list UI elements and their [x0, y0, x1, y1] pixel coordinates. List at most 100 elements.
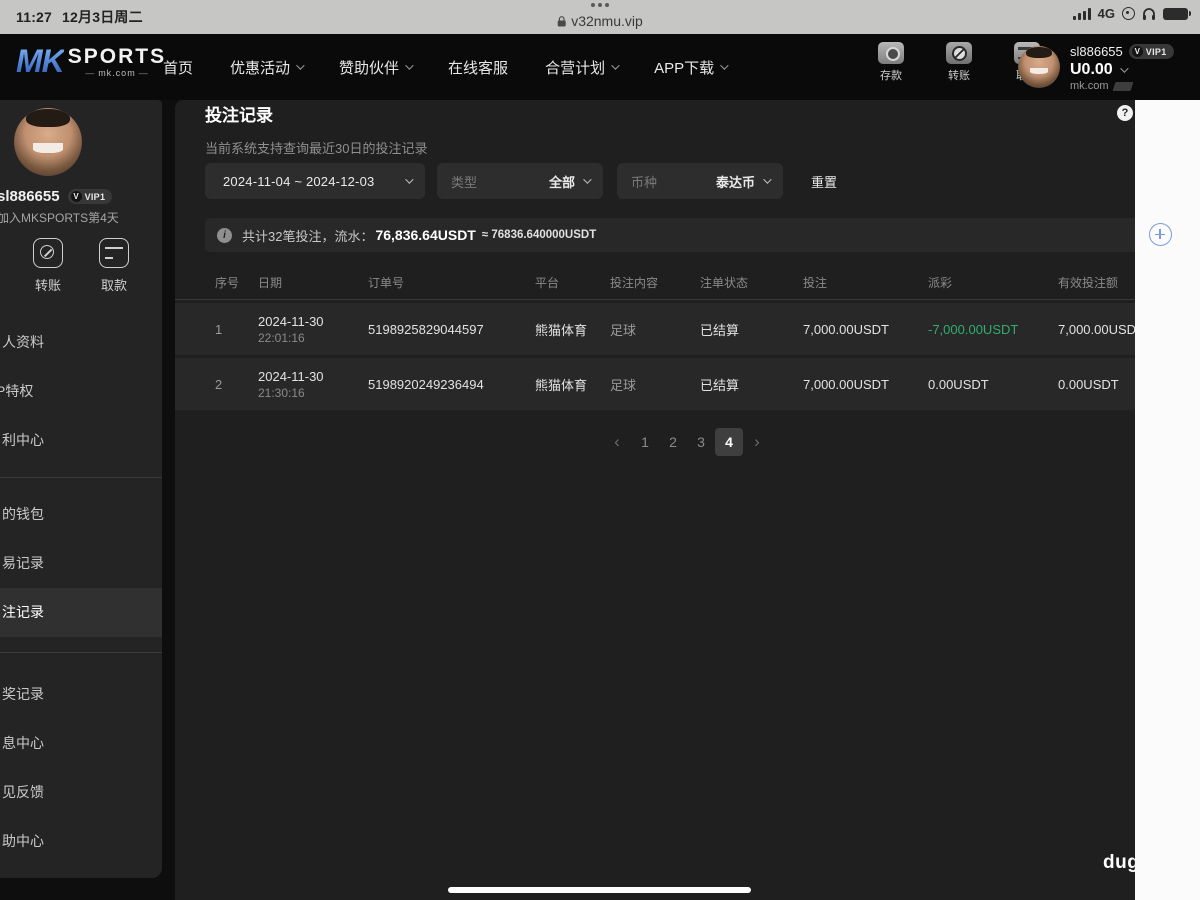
transfer-icon: [33, 238, 63, 268]
rotation-lock-icon: [1122, 7, 1135, 20]
chevron-down-icon: [583, 175, 592, 184]
username: sl886655: [1070, 44, 1123, 59]
network-type: 4G: [1097, 6, 1115, 21]
watermark-text: dug: [1103, 852, 1140, 873]
cell-order-number: 5198920249236494: [368, 376, 484, 392]
user-avatar[interactable]: [1018, 46, 1060, 88]
table-row[interactable]: 1 2024-11-30 22:01:16 5198925829044597 熊猫…: [175, 303, 1155, 355]
cell-date: 2024-11-30 22:01:16: [258, 313, 324, 345]
table-header-row: 序号 日期 订单号 平台 投注内容 注单状态 投注 派彩 有效投注额: [175, 265, 1155, 300]
info-icon: i: [217, 227, 232, 243]
page-button-1[interactable]: 1: [631, 428, 659, 456]
currency-label: 币种: [631, 174, 658, 190]
type-label: 类型: [451, 174, 478, 190]
pagination: ‹ 1 2 3 4 ›: [603, 428, 771, 456]
page-button-3[interactable]: 3: [687, 428, 715, 456]
sidebar-item-message-center[interactable]: 息中心: [0, 719, 162, 768]
logo-domain-text: mk.com: [82, 68, 152, 78]
home-indicator[interactable]: [448, 887, 751, 893]
cell-bet-content: 足球: [610, 377, 637, 393]
cell-order-number: 5198925829044597: [368, 321, 484, 337]
cell-payout: 0.00USDT: [928, 376, 989, 392]
address-url: v32nmu.vip: [571, 13, 643, 29]
page-body: sl886655 V VIP1 加入MKSPORTS第4天 转账 取款 人资料: [0, 100, 1200, 900]
help-icon[interactable]: ?: [1117, 105, 1133, 121]
sidebar-item-wallet[interactable]: 的钱包: [0, 490, 162, 539]
mk-sports-logo[interactable]: MK SPORTS mk.com: [16, 45, 166, 78]
sidebar-item-profile[interactable]: 人资料: [0, 318, 162, 367]
battery-icon: [1163, 7, 1191, 20]
address-bar[interactable]: v32nmu.vip: [557, 13, 643, 29]
signal-icon: [1072, 7, 1091, 20]
page-button-4[interactable]: 4: [715, 428, 743, 456]
side-white-strip: [1135, 100, 1200, 900]
sidebar-item-help-center[interactable]: 助中心: [0, 817, 162, 866]
page-button-2[interactable]: 2: [659, 428, 687, 456]
table-row[interactable]: 2 2024-11-30 21:30:16 5198920249236494 熊猫…: [175, 358, 1155, 410]
sidebar-menu-group-account: 人资料 P特权 利中心: [0, 318, 162, 465]
sidebar-item-bet-records[interactable]: 注记录: [0, 588, 162, 637]
sidebar-item-transactions[interactable]: 易记录: [0, 539, 162, 588]
floating-add-icon[interactable]: [1149, 223, 1172, 246]
cell-platform: 熊猫体育: [535, 322, 588, 338]
status-right-icons: 4G: [1072, 6, 1191, 21]
cell-date: 2024-11-30 21:30:16: [258, 368, 324, 400]
chevron-down-icon: [296, 61, 305, 70]
deposit-icon: [878, 42, 904, 64]
chevron-down-icon: [405, 61, 414, 70]
page-next-button[interactable]: ›: [743, 428, 771, 456]
nav-customer-service[interactable]: 在线客服: [448, 57, 508, 78]
sidebar-withdraw-button[interactable]: 取款: [99, 238, 129, 294]
reset-button[interactable]: 重置: [803, 163, 845, 199]
status-center: v32nmu.vip: [0, 0, 1200, 34]
sidebar-menu-group-wallet: 的钱包 易记录 注记录: [0, 490, 162, 637]
main-nav: 首页 优惠活动 赞助伙伴 在线客服 合营计划 APP下载: [163, 34, 729, 100]
nav-affiliate[interactable]: 合营计划: [545, 57, 620, 78]
sidebar-quick-actions: 转账 取款: [0, 238, 162, 294]
site-domain: mk.com: [1070, 80, 1109, 92]
chevron-down-icon: [1119, 64, 1129, 73]
sidebar-item-benefits-center[interactable]: 利中心: [0, 416, 162, 465]
site-header: MK SPORTS mk.com 首页 优惠活动 赞助伙伴 在线客服 合营计划 …: [0, 34, 1200, 100]
balance-dropdown[interactable]: U0.00: [1070, 61, 1200, 79]
safari-tabs-dots-icon[interactable]: [591, 3, 609, 7]
sidebar-item-vip-privileges[interactable]: P特权: [0, 367, 162, 416]
chevron-down-icon: [405, 175, 414, 184]
joined-days-text: 加入MKSPORTS第4天: [0, 211, 119, 225]
currency-value: 泰达币: [715, 174, 755, 190]
logo-mk-text: MK: [16, 43, 65, 79]
sidebar-item-prize-records[interactable]: 奖记录: [0, 670, 162, 719]
deposit-button[interactable]: 存款: [868, 42, 914, 83]
nav-sponsors[interactable]: 赞助伙伴: [339, 57, 414, 78]
summary-text: 共计32笔投注，流水：: [242, 228, 374, 244]
sidebar-item-feedback[interactable]: 见反馈: [0, 768, 162, 817]
type-select[interactable]: 类型 全部: [437, 163, 603, 199]
nav-app-download[interactable]: APP下载: [654, 57, 729, 78]
page-prev-button[interactable]: ‹: [603, 428, 631, 456]
summary-bar: i 共计32笔投注，流水： 76,836.64USDT ≈ 76836.6400…: [205, 218, 1145, 252]
turnover-amount: 76,836.64USDT: [375, 227, 476, 243]
balance-value: U0.00: [1070, 61, 1113, 78]
page-title: 投注记录: [205, 106, 273, 125]
sidebar-username: sl886655: [0, 188, 60, 205]
headphones-icon: [1143, 8, 1155, 20]
date-range-value: 2024-11-04 ~ 2024-12-03: [223, 173, 375, 189]
date-range-select[interactable]: 2024-11-04 ~ 2024-12-03: [205, 163, 425, 199]
currency-select[interactable]: 币种 泰达币: [617, 163, 783, 199]
cell-status: 已结算: [700, 377, 740, 393]
sidebar-vip-badge: V VIP1: [67, 189, 113, 204]
account-info: sl886655 V VIP1 U0.00 mk.com: [1070, 44, 1200, 92]
cell-index: 1: [215, 321, 223, 337]
cell-bet-content: 足球: [610, 322, 637, 338]
transfer-button[interactable]: 转账: [936, 42, 982, 83]
nav-promotions[interactable]: 优惠活动: [230, 57, 305, 78]
sidebar-avatar[interactable]: [14, 108, 82, 176]
sidebar-transfer-button[interactable]: 转账: [33, 238, 63, 294]
chevron-down-icon: [763, 175, 772, 184]
vip-v-icon: V: [1131, 46, 1143, 57]
nav-home[interactable]: 首页: [163, 57, 193, 78]
ios-status-bar: 11:27 12月3日周二 v32nmu.vip 4G: [0, 0, 1200, 34]
cell-payout: -7,000.00USDT: [928, 321, 1019, 337]
bet-records-panel: 投注记录 ? 投 当前系统支持查询最近30日的投注记录 2024-11-04 ~…: [175, 100, 1155, 900]
divider: [0, 477, 162, 478]
